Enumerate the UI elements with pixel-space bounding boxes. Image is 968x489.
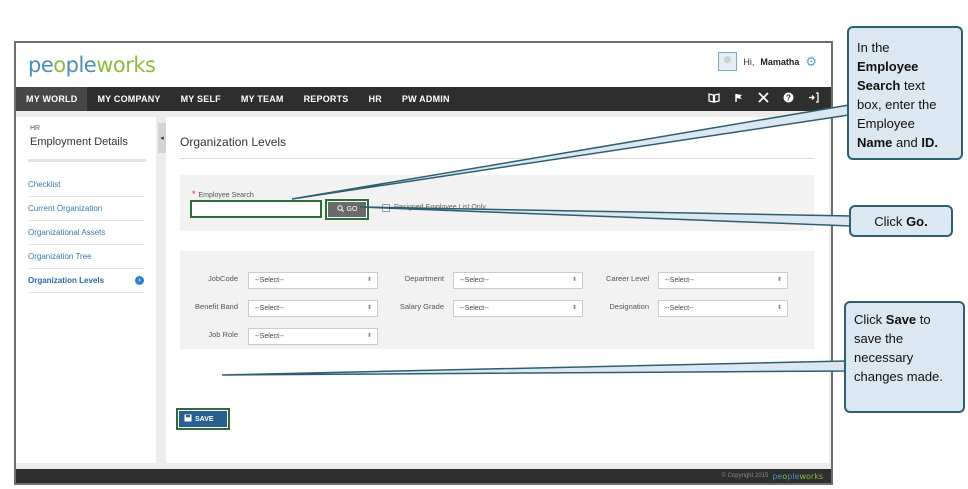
jobcode-label: JobCode xyxy=(207,274,238,283)
sidebar-title: Employment Details xyxy=(30,136,128,148)
user-name[interactable]: Mamatha xyxy=(760,57,799,67)
sidebar-divider xyxy=(28,159,146,162)
save-button[interactable]: SAVE xyxy=(179,411,227,427)
nav-item-my-team[interactable]: MY TEAM xyxy=(231,87,294,111)
logout-icon[interactable] xyxy=(808,92,819,106)
salary-grade-label: Salary Grade xyxy=(399,302,444,311)
department-select[interactable]: --Select-- xyxy=(453,272,583,289)
nav-item-reports[interactable]: REPORTS xyxy=(294,87,359,111)
career-level-select[interactable]: --Select-- xyxy=(658,272,788,289)
nav-item-hr[interactable]: HR xyxy=(359,87,392,111)
sidebar-collapse-toggle[interactable]: ◂ xyxy=(158,123,166,153)
nav-item-my-self[interactable]: MY SELF xyxy=(171,87,231,111)
sidebar-item-checklist[interactable]: Checklist xyxy=(28,173,144,197)
resigned-only-label: Resigned Employee List Only xyxy=(394,204,486,211)
callout-click-go: Click Go. xyxy=(849,205,953,237)
tools-icon[interactable] xyxy=(758,92,769,106)
footer-logo: peopleworks xyxy=(772,471,823,481)
nav-item-pw-admin[interactable]: PW ADMIN xyxy=(392,87,460,111)
footer: © Copyright 2015 peopleworks xyxy=(16,469,831,483)
designation-select[interactable]: --Select-- xyxy=(658,300,788,317)
title-divider xyxy=(180,158,814,159)
flag-icon[interactable] xyxy=(734,93,744,106)
main-content: Organization Levels * Employee Search GO … xyxy=(166,117,829,463)
benefit-band-select[interactable]: --Select-- xyxy=(248,300,378,317)
job-role-select[interactable]: --Select-- xyxy=(248,328,378,345)
resigned-only-checkbox[interactable] xyxy=(382,204,390,212)
salary-grade-select[interactable]: --Select-- xyxy=(453,300,583,317)
peopleworks-logo[interactable]: peopleworks xyxy=(28,53,156,77)
book-icon[interactable] xyxy=(708,92,720,106)
job-role-label: Job Role xyxy=(208,330,238,339)
help-icon[interactable]: ? xyxy=(783,92,794,106)
sidebar: HR Employment Details Checklist Current … xyxy=(16,117,156,463)
career-level-label: Career Level xyxy=(606,274,649,283)
callout-click-save: Click Save to save the necessary changes… xyxy=(844,301,965,413)
sidebar-menu: Checklist Current Organization Organizat… xyxy=(16,173,156,293)
chevron-left-icon: ◂ xyxy=(160,135,164,142)
callout-employee-search: In the Employee Search text box, enter t… xyxy=(847,26,963,160)
sidebar-item-organization-levels[interactable]: Organization Levels › xyxy=(28,269,144,293)
app-window: peopleworks Hi, Mamatha ⚙ MY WORLD MY CO… xyxy=(14,41,833,485)
search-icon xyxy=(336,205,344,214)
avatar[interactable] xyxy=(718,52,738,71)
nav-item-my-world[interactable]: MY WORLD xyxy=(16,87,88,111)
benefit-band-label: Benefit Band xyxy=(195,302,238,311)
top-bar: peopleworks Hi, Mamatha ⚙ xyxy=(16,43,831,87)
designation-label: Designation xyxy=(609,302,649,311)
sidebar-item-organization-tree[interactable]: Organization Tree xyxy=(28,245,144,269)
user-area: Hi, Mamatha ⚙ xyxy=(718,52,817,71)
go-button-highlight: GO xyxy=(325,199,369,220)
svg-text:?: ? xyxy=(786,93,791,102)
screenshot-stage: peopleworks Hi, Mamatha ⚙ MY WORLD MY CO… xyxy=(0,0,968,489)
sidebar-section-label: HR xyxy=(30,125,41,132)
sidebar-item-organizational-assets[interactable]: Organizational Assets xyxy=(28,221,144,245)
page-title: Organization Levels xyxy=(180,135,287,149)
copyright-text: © Copyright 2015 xyxy=(721,473,769,479)
floppy-disk-icon xyxy=(184,414,192,424)
nav-item-my-company[interactable]: MY COMPANY xyxy=(87,87,170,111)
nav-icons: ? xyxy=(708,87,831,111)
main-nav: MY WORLD MY COMPANY MY SELF MY TEAM REPO… xyxy=(16,87,831,111)
filters-panel: JobCode --Select-- Department --Select--… xyxy=(180,251,814,349)
gear-icon[interactable]: ⚙ xyxy=(805,54,817,70)
department-label: Department xyxy=(404,274,444,283)
employee-search-input[interactable] xyxy=(190,200,322,218)
greeting: Hi, xyxy=(743,56,755,67)
sidebar-item-current-organization[interactable]: Current Organization xyxy=(28,197,144,221)
chevron-right-icon: › xyxy=(135,276,144,285)
employee-search-panel: * Employee Search GO Resigned Employee Li… xyxy=(180,175,814,231)
required-mark: * xyxy=(192,189,196,199)
save-button-highlight: SAVE xyxy=(176,408,230,430)
jobcode-select[interactable]: --Select-- xyxy=(248,272,378,289)
go-button[interactable]: GO xyxy=(328,202,366,217)
employee-search-label: * Employee Search xyxy=(192,189,254,199)
